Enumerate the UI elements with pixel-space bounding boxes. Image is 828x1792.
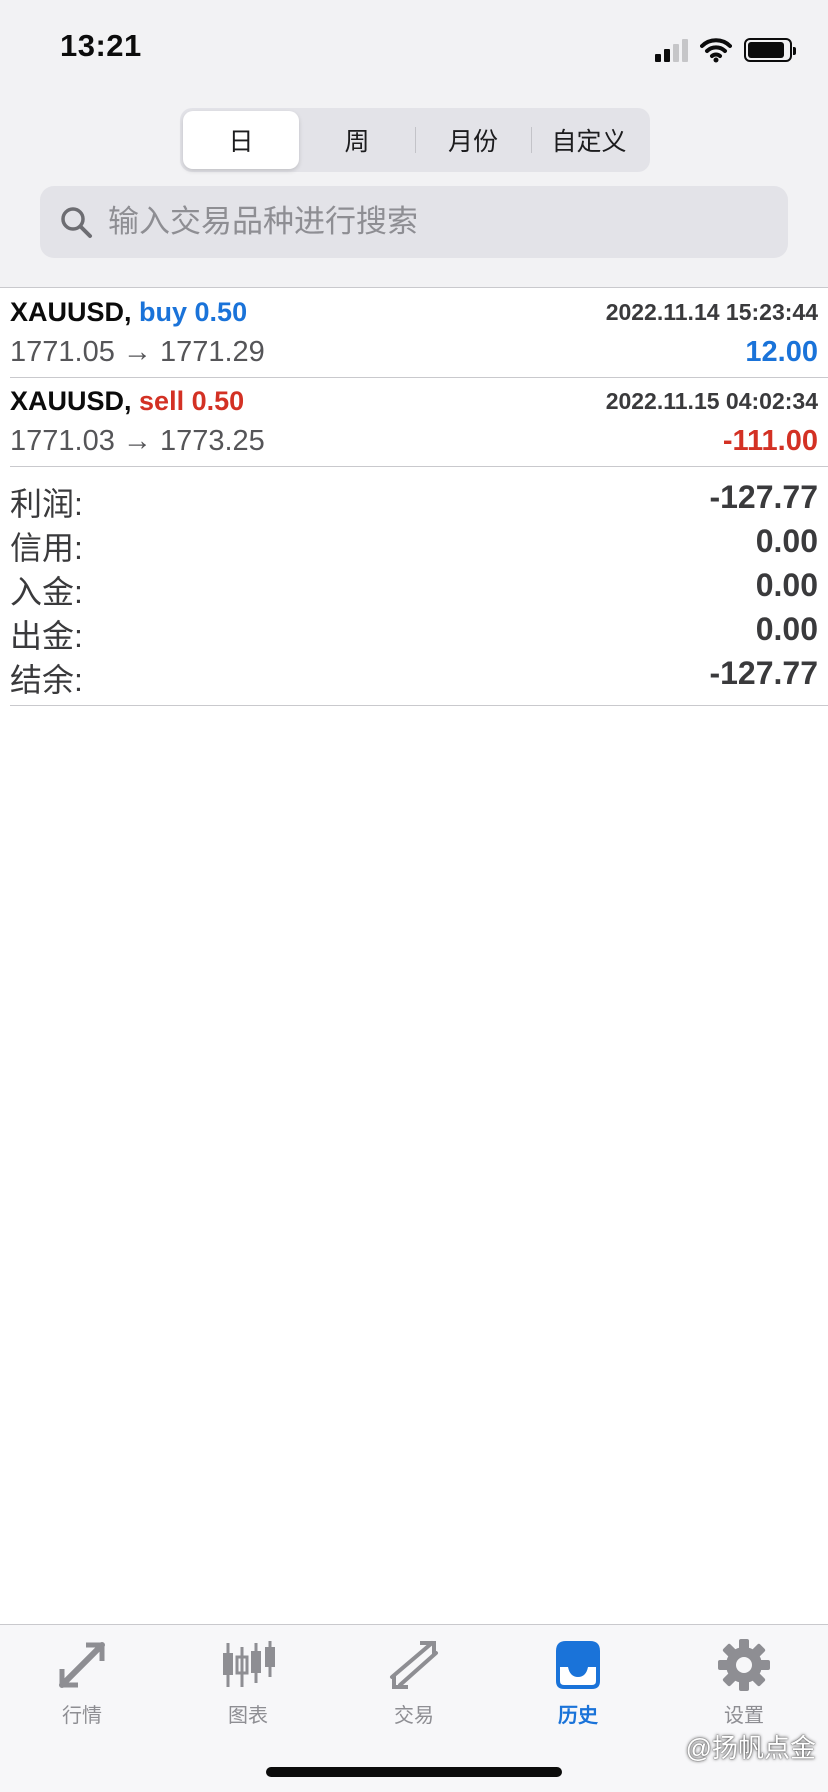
summary-value: 0.00 (755, 611, 818, 647)
search-icon (61, 207, 92, 238)
cellular-signal-icon (655, 38, 688, 62)
tab-trade[interactable]: 交易 (354, 1637, 474, 1728)
summary-value: 0.00 (755, 567, 818, 603)
history-list: XAUUSD, buy 0.50 2022.11.14 15:23:44 177… (0, 289, 828, 706)
deal-type-volume: sell 0.50 (139, 386, 245, 416)
watermark: @扬帆点金 (685, 1733, 816, 1763)
history-icon (556, 1641, 600, 1689)
quotes-icon (59, 1642, 105, 1688)
summary-label: 结余: (10, 662, 83, 698)
tab-settings[interactable]: 设置 (684, 1637, 804, 1728)
deal-time: 2022.11.14 15:23:44 (605, 299, 818, 325)
settings-icon (718, 1639, 770, 1691)
deal-row[interactable]: XAUUSD, buy 0.50 2022.11.14 15:23:44 177… (10, 289, 828, 378)
tab-label: 交易 (394, 1705, 434, 1727)
summary-block: 利润: -127.77 信用: 0.00 入金: 0.00 出金: 0.00 结… (10, 467, 828, 706)
summary-label: 入金: (10, 574, 83, 610)
period-segmented-control: 日 周 月份 自定义 (180, 108, 650, 172)
summary-value: -127.77 (709, 479, 818, 515)
summary-label: 利润: (10, 486, 83, 522)
summary-row-credit: 信用: 0.00 (10, 521, 828, 566)
summary-row-profit: 利润: -127.77 (10, 477, 828, 522)
deal-prices: 1771.05 → 1771.29 (10, 336, 265, 368)
tab-bar: 行情 图表 交易 历史 设置 @扬帆点金 (0, 1624, 828, 1792)
tab-label: 图表 (228, 1705, 268, 1727)
search-input[interactable] (108, 204, 748, 240)
header: 13:21 日 周 月份 自定义 (0, 0, 828, 288)
summary-row-deposit: 入金: 0.00 (10, 565, 828, 610)
deal-symbol: XAUUSD, sell 0.50 (10, 386, 244, 417)
trade-icon (390, 1641, 438, 1689)
tab-quotes[interactable]: 行情 (22, 1637, 142, 1728)
status-icons (655, 34, 796, 66)
deal-symbol-name: XAUUSD, (10, 297, 132, 327)
tab-label: 设置 (724, 1705, 764, 1727)
segment-custom[interactable]: 自定义 (531, 111, 647, 169)
deal-profit: 12.00 (745, 336, 818, 368)
tab-label: 历史 (558, 1705, 598, 1727)
segment-month[interactable]: 月份 (415, 111, 531, 169)
chart-icon (223, 1641, 275, 1687)
tab-label: 行情 (62, 1705, 102, 1727)
segment-week[interactable]: 周 (299, 111, 415, 169)
summary-row-withdrawal: 出金: 0.00 (10, 609, 828, 654)
deal-row[interactable]: XAUUSD, sell 0.50 2022.11.15 04:02:34 17… (10, 378, 828, 467)
summary-value: -127.77 (709, 655, 818, 691)
summary-value: 0.00 (755, 523, 818, 559)
tab-chart[interactable]: 图表 (188, 1637, 308, 1728)
summary-row-balance: 结余: -127.77 (10, 653, 828, 698)
battery-icon (744, 38, 796, 62)
deal-type-volume: buy 0.50 (139, 297, 248, 327)
search-bar[interactable] (40, 186, 788, 258)
deal-symbol: XAUUSD, buy 0.50 (10, 297, 247, 328)
deal-time: 2022.11.15 04:02:34 (605, 388, 818, 414)
wifi-icon (700, 38, 732, 63)
summary-label: 出金: (10, 618, 83, 654)
status-time: 13:21 (60, 28, 142, 63)
home-indicator (266, 1767, 562, 1777)
deal-profit: -111.00 (722, 425, 818, 457)
segment-day[interactable]: 日 (183, 111, 299, 169)
deal-symbol-name: XAUUSD, (10, 386, 132, 416)
tab-history[interactable]: 历史 (518, 1637, 638, 1728)
deal-prices: 1771.03 → 1773.25 (10, 425, 265, 457)
summary-label: 信用: (10, 530, 83, 566)
